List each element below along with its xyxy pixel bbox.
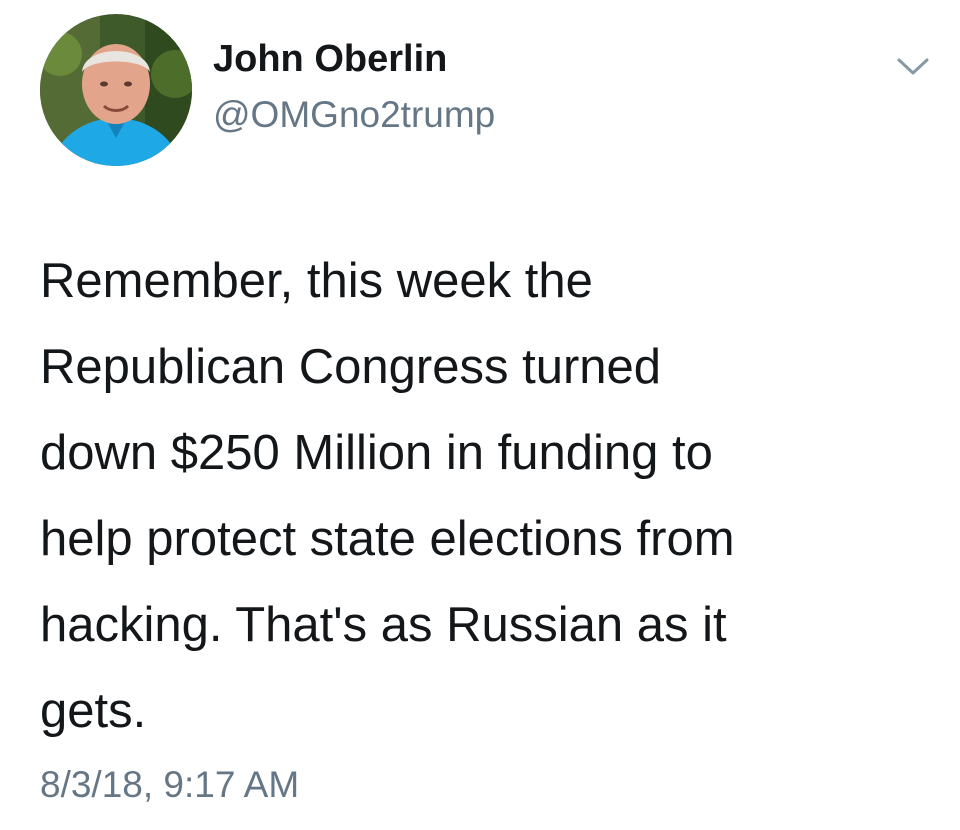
profile-photo-icon xyxy=(40,14,192,166)
author-handle[interactable]: @OMGno2trump xyxy=(213,93,495,137)
chevron-down-icon[interactable] xyxy=(893,52,933,80)
tweet-text: Remember, this week the Republican Congr… xyxy=(40,254,735,738)
tweet-timestamp[interactable]: 8/3/18, 9:17 AM xyxy=(40,763,299,807)
author-display-name[interactable]: John Oberlin xyxy=(213,37,447,83)
avatar[interactable] xyxy=(40,14,192,166)
